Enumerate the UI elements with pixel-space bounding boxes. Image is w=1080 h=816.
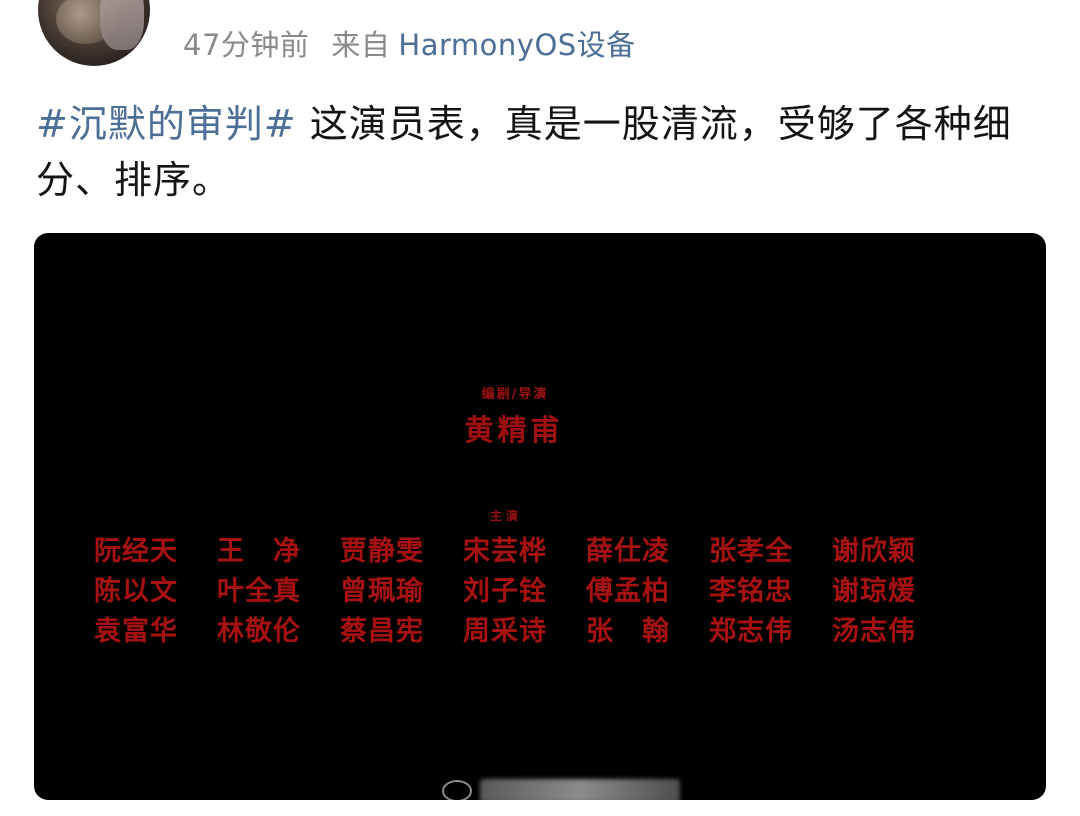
cast-name: 周采诗 (463, 616, 547, 647)
weibo-post: 47分钟前 来自 HarmonyOS设备 #沉默的审判# 这演员表，真是一股清流，受… (0, 0, 1080, 816)
cast-name: 李铭忠 (709, 576, 793, 607)
cast-name: 陈以文 (94, 576, 178, 607)
cast-name: 刘子铨 (463, 576, 547, 607)
director-role-label: 编剧/导演 (481, 387, 549, 402)
cast-name: 贾静雯 (340, 536, 424, 567)
avatar[interactable] (38, 0, 150, 66)
cast-name: 傅孟柏 (586, 576, 670, 607)
cast-role-label: 主演 (489, 509, 523, 523)
cast-name: 谢琼煖 (832, 576, 916, 607)
cast-name: 叶全真 (217, 576, 301, 607)
post-image[interactable]: 编剧/导演 黄精甫 主演 阮经天 王 净 贾静雯 宋芸桦 薛仕凌 张孝全 谢欣颖… (34, 233, 1046, 800)
cast-name: 张 翰 (586, 616, 670, 647)
director-name: 黄精甫 (464, 413, 564, 447)
cast-name: 张孝全 (709, 536, 793, 567)
cast-name: 谢欣颖 (832, 536, 916, 567)
cast-name: 王 净 (217, 536, 301, 567)
cast-name: 袁富华 (94, 616, 178, 647)
watermark-text (480, 779, 680, 800)
cast-name: 曾珮瑜 (340, 576, 424, 607)
avatar-image-detail (100, 0, 144, 50)
source-prefix: 来自 (331, 28, 391, 62)
post-text: #沉默的审判# 这演员表，真是一股清流，受够了各种细分、排序。 (36, 96, 1046, 208)
weibo-logo-icon (442, 780, 472, 800)
post-time: 47分钟前 (183, 28, 310, 62)
cast-name: 林敬伦 (217, 616, 301, 647)
cast-list: 阮经天 王 净 贾静雯 宋芸桦 薛仕凌 张孝全 谢欣颖 陈以文 叶全真 曾珮瑜 … (94, 535, 954, 648)
cast-name: 薛仕凌 (586, 536, 670, 567)
source-device-link[interactable]: HarmonyOS设备 (398, 28, 635, 62)
cast-name: 蔡昌宪 (340, 616, 424, 647)
cast-name: 阮经天 (94, 536, 178, 567)
cast-name: 郑志伟 (709, 616, 793, 647)
cast-name: 汤志伟 (832, 616, 916, 647)
hashtag-link[interactable]: #沉默的审判# (36, 102, 297, 146)
cast-name: 宋芸桦 (463, 536, 547, 567)
image-watermark (442, 777, 680, 800)
post-meta: 47分钟前 来自 HarmonyOS设备 (183, 22, 636, 64)
